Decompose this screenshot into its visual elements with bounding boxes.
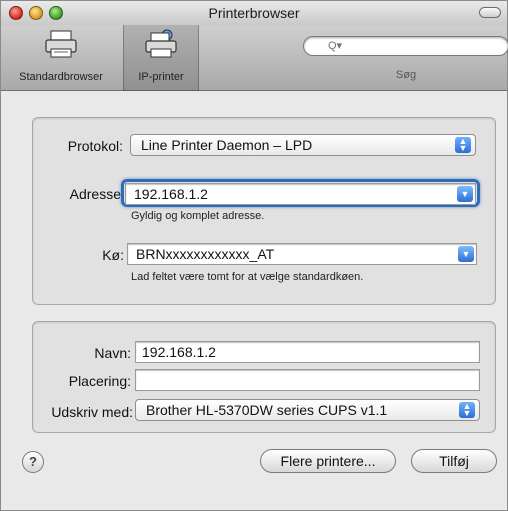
address-input[interactable]	[126, 184, 475, 204]
protocol-popup[interactable]: Line Printer Daemon – LPD ▲ ▼	[130, 134, 476, 156]
more-printers-button[interactable]: Flere printere...	[260, 449, 396, 473]
ip-printer-icon	[145, 29, 177, 58]
dropdown-arrow-icon[interactable]: ▼	[457, 186, 473, 202]
location-label: Placering:	[68, 373, 131, 389]
search-input[interactable]	[303, 36, 508, 56]
tab-standard-browser-label: Standardbrowser	[19, 71, 103, 83]
print-with-popup[interactable]: Brother HL-5370DW series CUPS v1.1 ▲ ▼	[135, 399, 480, 421]
toolbar-toggle-button[interactable]	[479, 7, 501, 18]
queue-input[interactable]	[128, 244, 476, 264]
address-hint: Gyldig og komplet adresse.	[131, 210, 265, 222]
queue-hint: Lad feltet være tomt for at vælge standa…	[131, 271, 364, 283]
queue-label: Kø:	[102, 247, 124, 263]
address-label: Adresse	[69, 186, 121, 202]
location-field[interactable]	[135, 369, 480, 391]
name-field[interactable]	[135, 341, 480, 363]
location-input[interactable]	[136, 370, 479, 390]
print-with-value: Brother HL-5370DW series CUPS v1.1	[146, 402, 388, 418]
title-bar: Printerbrowser	[1, 1, 507, 25]
tab-ip-printer-label: IP-printer	[138, 71, 184, 83]
add-button[interactable]: Tilføj	[411, 449, 497, 473]
queue-combobox[interactable]: ▼	[127, 243, 477, 265]
name-input[interactable]	[136, 342, 479, 362]
search-label: Søg	[395, 69, 417, 81]
popup-arrows-icon: ▲ ▼	[455, 137, 471, 153]
help-button[interactable]: ?	[22, 451, 44, 473]
name-label: Navn:	[94, 345, 131, 361]
tab-ip-printer[interactable]: IP-printer	[123, 25, 199, 91]
address-combobox[interactable]: ▼	[125, 183, 476, 205]
search-field-wrapper	[303, 36, 508, 56]
popup-arrows-icon: ▲ ▼	[459, 402, 475, 418]
dropdown-arrow-icon[interactable]: ▼	[458, 246, 474, 262]
printer-icon	[45, 30, 77, 58]
tab-standard-browser[interactable]: Standardbrowser	[1, 25, 121, 91]
protocol-value: Line Printer Daemon – LPD	[141, 137, 313, 153]
print-with-label: Udskriv med:	[51, 404, 133, 420]
window-title: Printerbrowser	[208, 5, 300, 21]
printer-browser-window: Printerbrowser Standardbrowser IP-printe…	[0, 0, 508, 511]
protocol-label: Protokol:	[67, 138, 123, 154]
